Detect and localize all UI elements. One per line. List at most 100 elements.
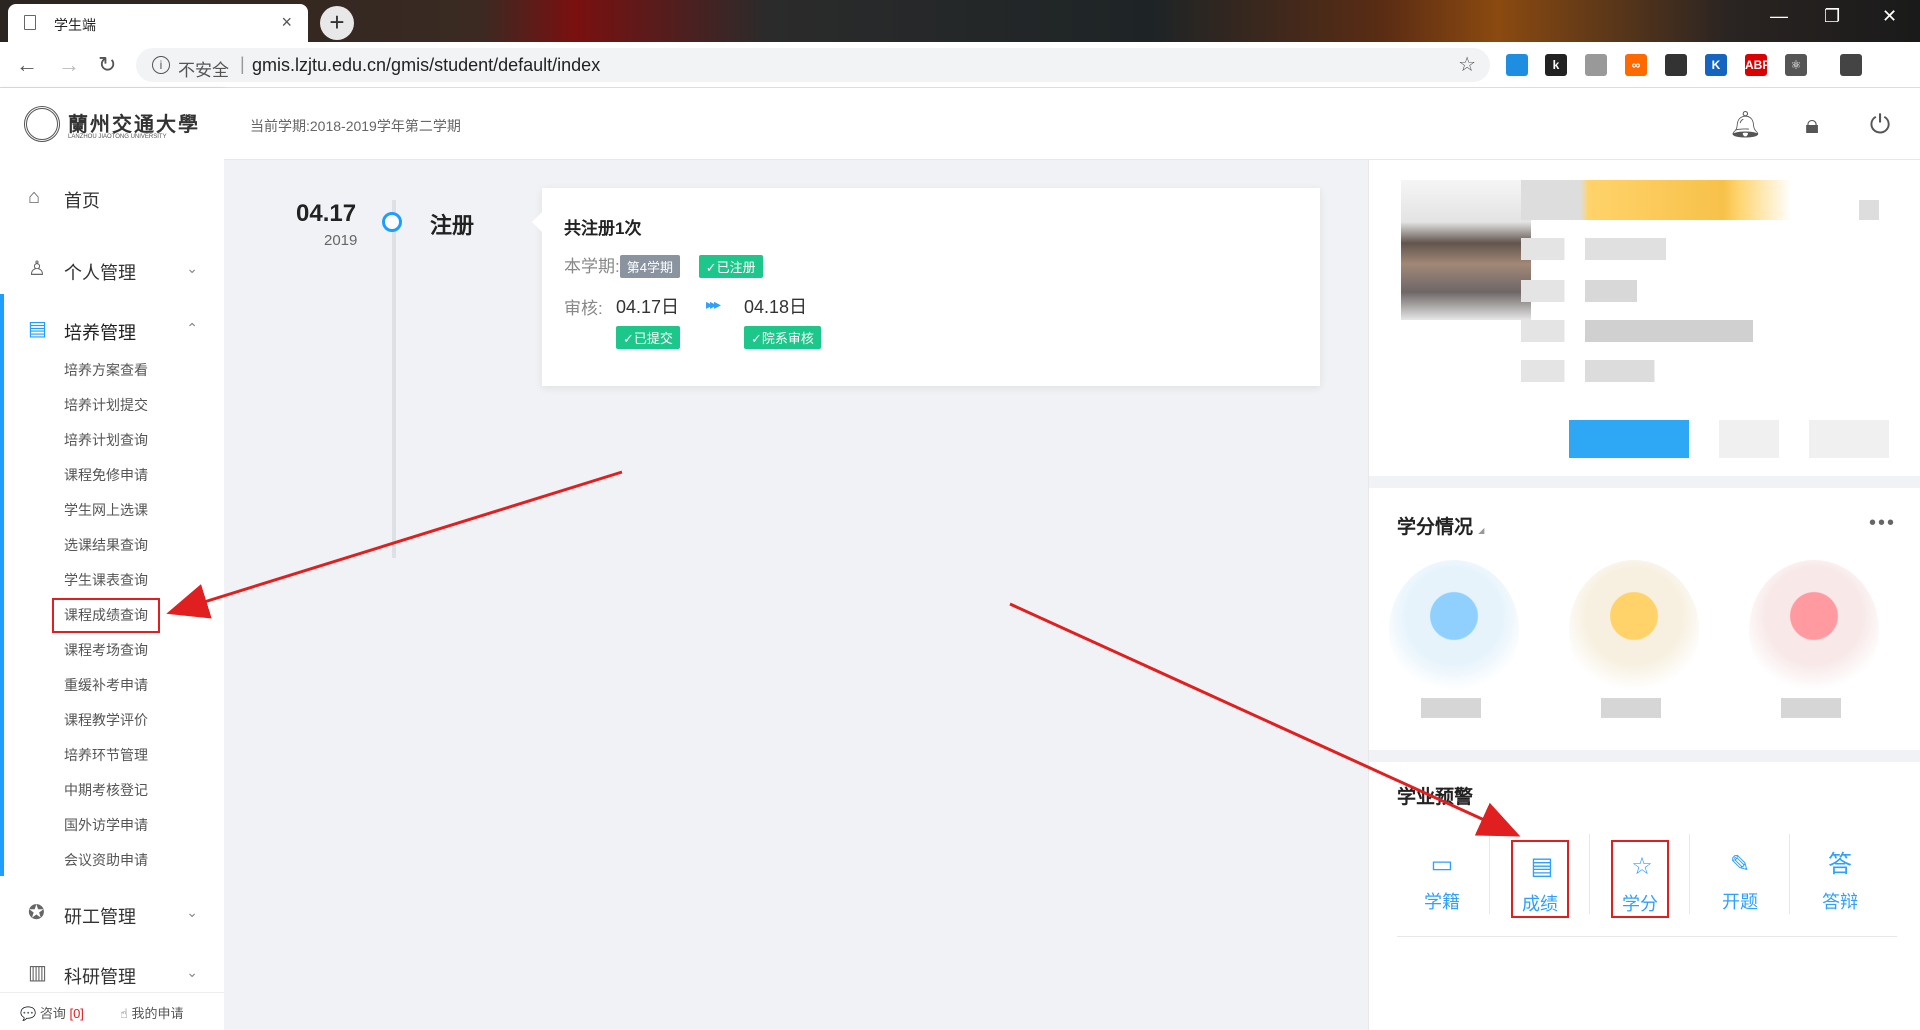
url-separator: | xyxy=(240,54,245,74)
blurred-button[interactable] xyxy=(1569,420,1689,458)
consult-label: 咨询 xyxy=(39,1006,66,1021)
menu-label: 培养管理 xyxy=(64,323,136,343)
submenu-item[interactable]: 学生网上选课 xyxy=(64,500,148,520)
right-panel: 学分情况 ◢ ••• 学业预警 ▭ 学籍 ▤ 成绩 ☆ 学分 ✎ 开题 答答辩 xyxy=(1368,160,1920,1030)
url-text[interactable]: gmis.lzjtu.edu.cn/gmis/student/default/i… xyxy=(252,55,600,76)
submenu-item[interactable]: 选课结果查询 xyxy=(64,535,148,555)
quicklink-edit[interactable]: ✎ 开题 xyxy=(1695,840,1785,930)
consult-link[interactable]: 💬 咨询 [0] xyxy=(20,1003,84,1022)
credit-ring-chart xyxy=(1389,560,1519,700)
review-date: 04.18日 xyxy=(744,297,808,317)
lock-icon[interactable]: 🔒︎ xyxy=(1796,108,1828,140)
submenu-item[interactable]: 培养计划查询 xyxy=(64,430,148,450)
registration-count: 共注册1次 xyxy=(564,219,642,238)
semester-label: 本学期: xyxy=(564,257,620,276)
forward-icon[interactable]: → xyxy=(58,52,80,78)
quicklink-label: 答辩 xyxy=(1822,892,1858,912)
submenu-item[interactable]: 课程免修申请 xyxy=(64,465,148,485)
submitted-tag: ✓已提交 xyxy=(616,326,680,349)
menu-item-training[interactable]: ▤ 培养管理 ⌃ xyxy=(0,310,224,350)
my-application-link[interactable]: ☝ 我的申请 xyxy=(120,1003,184,1022)
registration-card: 共注册1次 本学期: 第4学期 ✓已注册 审核: 04.17日 ▸▸▸ 04.18… xyxy=(532,188,1320,386)
chevron-up-icon: ⌃ xyxy=(186,320,198,336)
close-tab-icon[interactable]: × xyxy=(281,12,292,33)
warning-title: 学业预警 xyxy=(1397,787,1474,808)
browser-tab[interactable]: 学生端 × xyxy=(8,4,308,42)
chevron-down-icon: ⌄ xyxy=(186,904,198,920)
bell-icon[interactable]: 🔔︎ xyxy=(1729,108,1762,140)
award-icon: ✪ xyxy=(28,902,45,924)
answer-icon: 答 xyxy=(1828,851,1852,878)
close-window-icon[interactable]: ✕ xyxy=(1882,6,1897,27)
reload-icon[interactable]: ↻ xyxy=(98,52,116,78)
address-toolbar: ← → ↻ i 不安全 | gmis.lzjtu.edu.cn/gmis/stu… xyxy=(0,42,1920,88)
minimize-icon[interactable]: — xyxy=(1770,6,1788,27)
sidebar: 蘭州交通大學 LANZHOU JIAOTONG UNIVERSITY ⌂ 首页 … xyxy=(0,88,224,1030)
insecure-label: 不安全 xyxy=(178,61,229,80)
tab-title: 学生端 xyxy=(54,17,96,33)
my-application-label: 我的申请 xyxy=(131,1006,184,1021)
more-icon[interactable]: ••• xyxy=(1869,512,1896,535)
timeline-year: 2019 xyxy=(324,232,358,249)
submenu-item[interactable]: 国外访学申请 xyxy=(64,815,148,835)
maximize-icon[interactable]: ❐ xyxy=(1824,6,1840,27)
submenu-item[interactable]: 会议资助申请 xyxy=(64,850,148,870)
submenu-item[interactable]: 培养计划提交 xyxy=(64,395,148,415)
semester-tag: 第4学期 xyxy=(619,255,680,278)
quicklink-report[interactable]: ▤ 成绩 xyxy=(1511,840,1569,918)
blurred-field xyxy=(1521,280,1811,302)
quicklink-answer[interactable]: 答答辩 xyxy=(1795,840,1885,930)
ext-abp-icon[interactable]: ABP xyxy=(1745,54,1770,76)
section-divider xyxy=(1369,750,1920,762)
submenu-item[interactable]: 课程考场查询 xyxy=(64,640,148,660)
blurred-caption xyxy=(1421,698,1481,718)
blurred-button[interactable] xyxy=(1719,420,1779,458)
menu-label: 研工管理 xyxy=(64,907,136,927)
active-indicator xyxy=(0,294,4,876)
credit-title-text: 学分情况 xyxy=(1397,517,1474,538)
home-icon: ⌂ xyxy=(28,186,41,208)
annotation-box-grade-query xyxy=(52,598,160,633)
ext-infinity-icon[interactable]: ∞ xyxy=(1625,54,1647,76)
submenu-item[interactable]: 重缓补考申请 xyxy=(64,675,148,695)
blurred-button[interactable] xyxy=(1809,420,1889,458)
info-icon[interactable]: i xyxy=(152,56,170,74)
submenu-item[interactable]: 学生课表查询 xyxy=(64,570,148,590)
menu-item-personal[interactable]: ♙ 个人管理 ⌄ xyxy=(0,250,224,290)
ext-blue-icon[interactable] xyxy=(1506,54,1528,76)
quicklink-label: 成绩 xyxy=(1522,894,1558,914)
menu-label: 个人管理 xyxy=(64,263,136,283)
ext-react-icon[interactable]: ⚛ xyxy=(1785,54,1807,76)
quicklink-separator xyxy=(1489,834,1490,914)
blurred-field xyxy=(1521,360,1811,382)
ext-k-blue-icon[interactable]: K xyxy=(1705,54,1727,76)
user-icon: ♙ xyxy=(28,258,46,280)
submenu-item[interactable]: 培养方案查看 xyxy=(64,360,148,380)
url-bar[interactable]: i 不安全 | gmis.lzjtu.edu.cn/gmis/student/d… xyxy=(136,48,1490,82)
document-icon: ▤ xyxy=(28,318,47,340)
bookmark-star-icon[interactable]: ☆ xyxy=(1458,52,1476,77)
quicklink-id-card[interactable]: ▭ 学籍 xyxy=(1397,840,1487,930)
back-icon[interactable]: ← xyxy=(16,52,38,78)
menu-item-research[interactable]: ▥ 科研管理 ⌄ xyxy=(0,954,224,994)
ext-dark-icon[interactable] xyxy=(1665,54,1687,76)
submenu-item[interactable]: 课程教学评价 xyxy=(64,710,148,730)
main-content: 04.17 2019 注册 共注册1次 本学期: 第4学期 ✓已注册 审核: 04… xyxy=(224,160,1368,1030)
quicklink-label: 学籍 xyxy=(1424,892,1460,912)
dept-review-tag: ✓院系审核 xyxy=(744,326,821,349)
semester-row: 本学期: 第4学期 ✓已注册 xyxy=(564,252,763,278)
blurred-name xyxy=(1521,180,1791,220)
ext-profile-icon[interactable] xyxy=(1840,54,1862,76)
new-tab-button[interactable]: + xyxy=(320,6,354,40)
submenu-item[interactable]: 培养环节管理 xyxy=(64,745,148,765)
menu-item-graduate-work[interactable]: ✪ 研工管理 ⌄ xyxy=(0,894,224,934)
hand-icon: ☝ xyxy=(120,1006,128,1021)
chart-icon: ▥ xyxy=(28,962,47,984)
ext-k-black-icon[interactable]: k xyxy=(1545,54,1567,76)
menu-item-home[interactable]: ⌂ 首页 xyxy=(0,178,224,218)
quicklink-star[interactable]: ☆ 学分 xyxy=(1611,840,1669,918)
submenu-item[interactable]: 中期考核登记 xyxy=(64,780,148,800)
logo-text: 蘭州交通大學 xyxy=(68,112,200,136)
power-icon[interactable]: ⏻ xyxy=(1864,108,1896,140)
ext-gray-icon[interactable] xyxy=(1585,54,1607,76)
